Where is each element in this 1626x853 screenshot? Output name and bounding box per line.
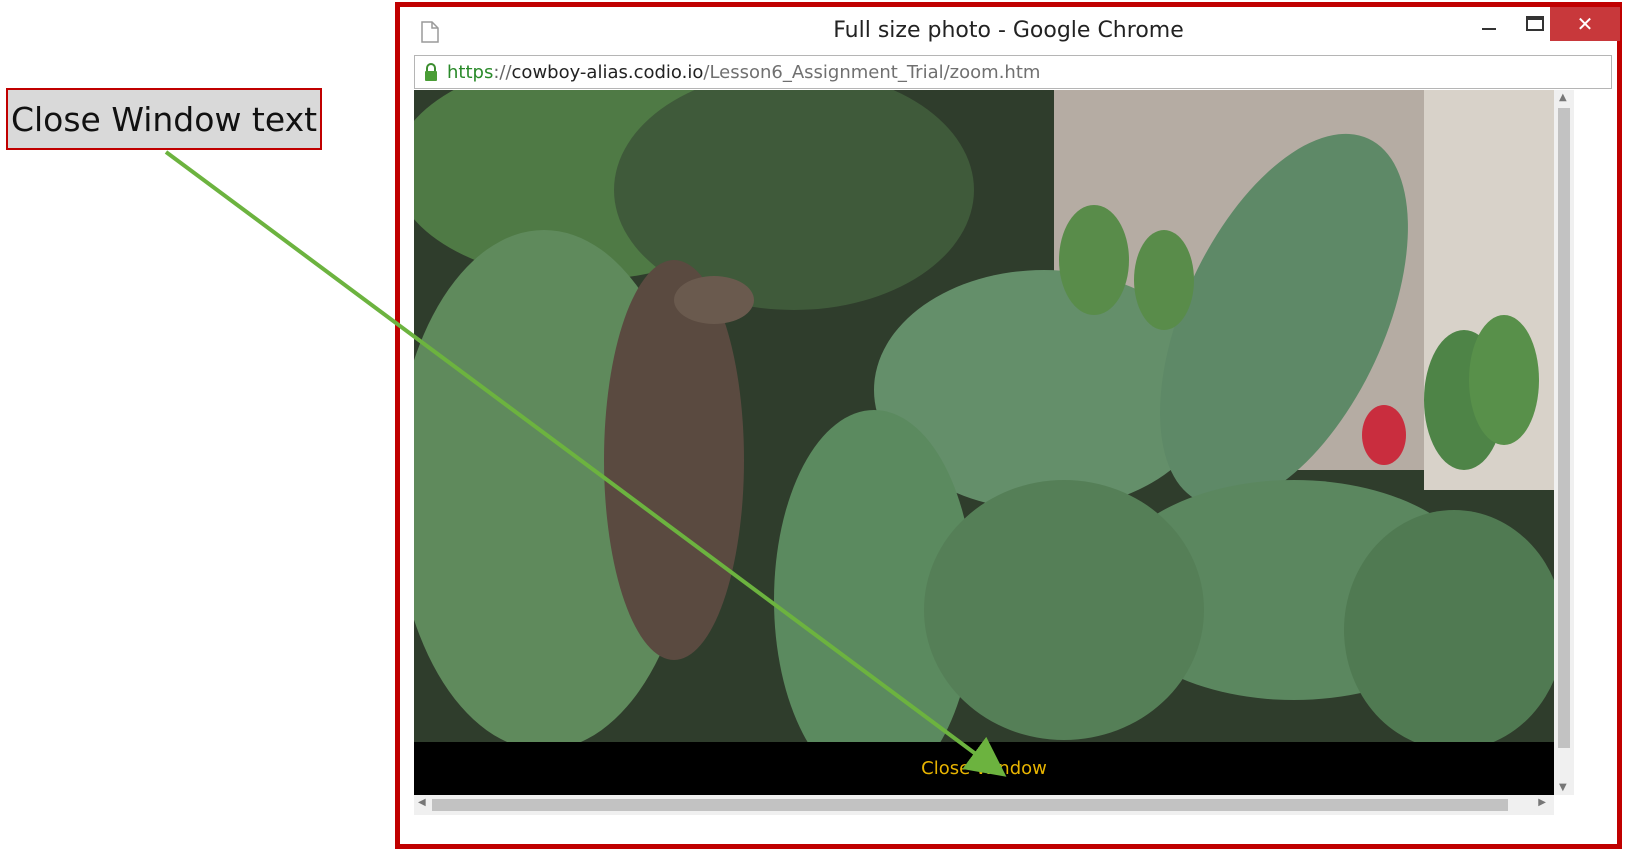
scroll-right-icon[interactable]: ▶ <box>1538 797 1546 808</box>
window-title: Full size photo - Google Chrome <box>833 18 1184 43</box>
browser-window: Full size photo - Google Chrome ✕ https:… <box>395 2 1622 849</box>
scroll-up-icon[interactable]: ▲ <box>1559 92 1567 103</box>
page-viewport: Close Window <box>414 90 1554 795</box>
title-bar: Full size photo - Google Chrome ✕ <box>400 7 1620 57</box>
url-host: cowboy-alias.codio.io <box>511 61 704 83</box>
vertical-scroll-thumb[interactable] <box>1558 108 1570 748</box>
annotation-callout-text: Close Window text <box>10 99 318 139</box>
close-bar: Close Window <box>414 742 1554 795</box>
horizontal-scrollbar[interactable]: ◀ ▶ <box>414 795 1554 815</box>
minimize-icon <box>1482 28 1496 30</box>
close-window-button[interactable]: ✕ <box>1550 7 1620 41</box>
scroll-down-icon[interactable]: ▼ <box>1559 782 1567 793</box>
lock-icon <box>423 62 439 82</box>
close-window-link[interactable]: Close Window <box>921 758 1047 779</box>
address-bar[interactable]: https://cowboy-alias.codio.io/Lesson6_As… <box>414 55 1612 89</box>
minimize-button[interactable] <box>1466 7 1512 41</box>
scroll-left-icon[interactable]: ◀ <box>418 797 426 808</box>
horizontal-scroll-thumb[interactable] <box>432 799 1508 811</box>
vertical-scrollbar[interactable]: ▲ ▼ <box>1554 90 1574 795</box>
maximize-icon <box>1526 16 1544 31</box>
url-scheme: https <box>447 61 494 83</box>
close-icon: ✕ <box>1576 12 1594 36</box>
url-separator: :// <box>493 61 512 83</box>
url-path: /Lesson6_Assignment_Trial/zoom.htm <box>703 61 1041 83</box>
cactus-photo <box>414 90 1554 742</box>
annotation-callout: Close Window text <box>6 88 322 150</box>
